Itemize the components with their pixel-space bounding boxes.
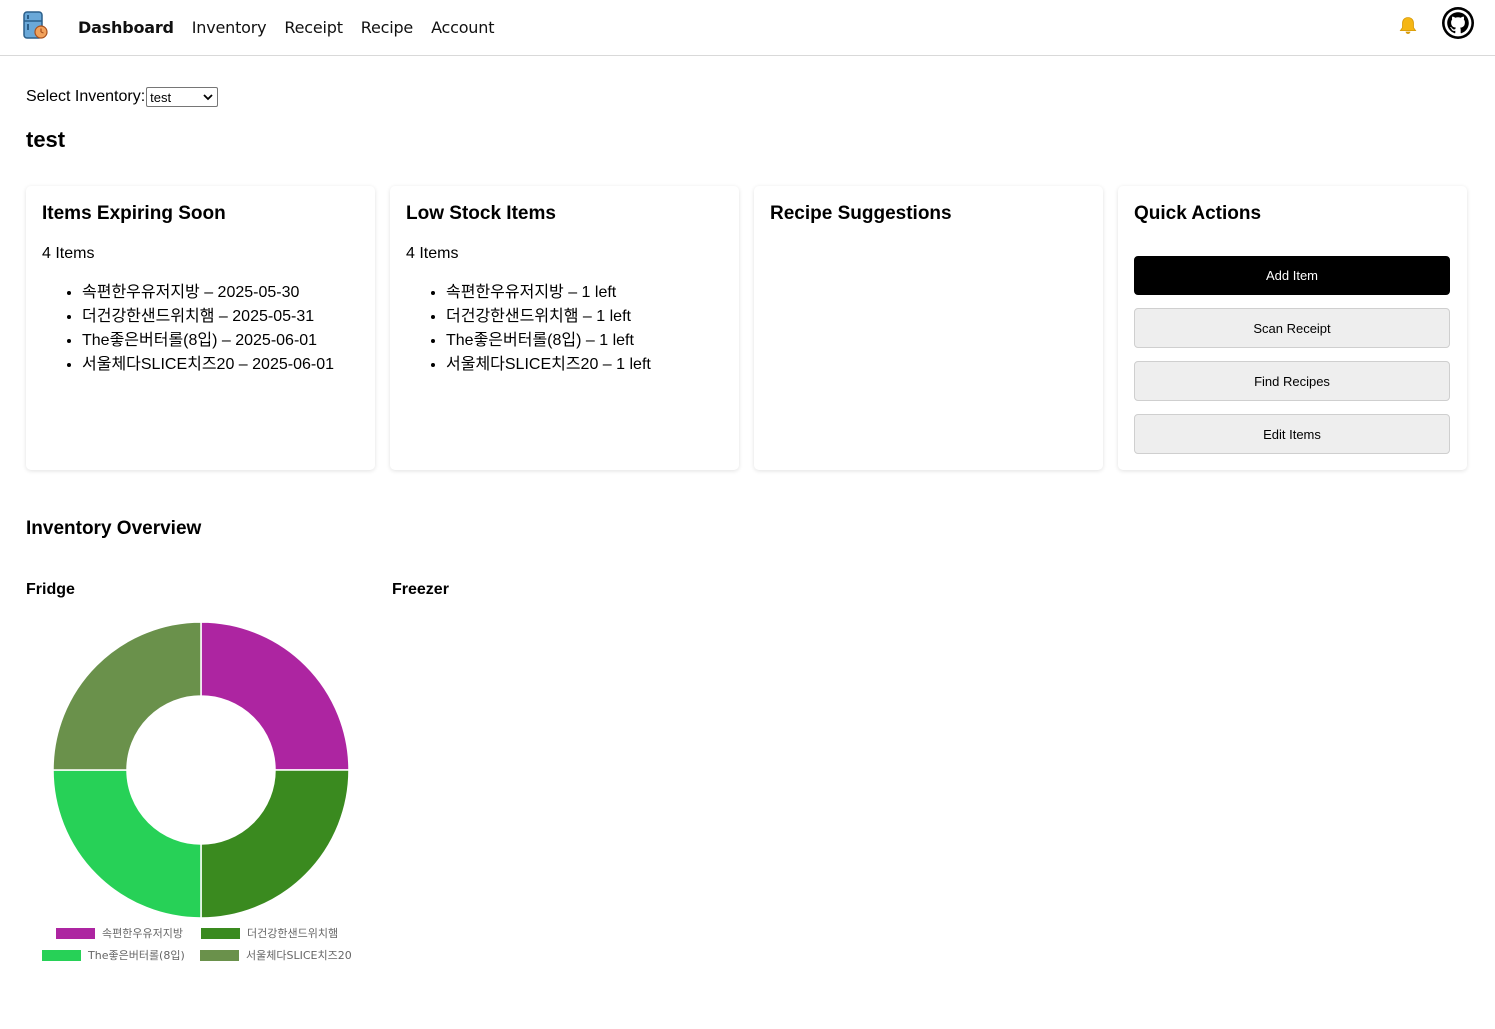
inventory-title: test	[26, 127, 66, 152]
nav-links: Dashboard Inventory Receipt Recipe Accou…	[78, 0, 494, 54]
legend-label[interactable]: 더건강한샌드위치햄	[247, 927, 338, 940]
edit-items-button[interactable]: Edit Items	[1134, 414, 1450, 454]
github-icon[interactable]	[1441, 6, 1475, 40]
list-item: 서울체다SLICE치즈20 – 2025-06-01	[82, 353, 359, 377]
inventory-select[interactable]: test	[146, 87, 219, 107]
nav-link-receipt[interactable]: Receipt	[284, 18, 343, 37]
list-item: 서울체다SLICE치즈20 – 1 left	[446, 353, 723, 377]
fridge-doughnut-chart: 속편한우유저지방 더건강한샌드위치햄 The좋은버터롤(8입) 서울체다SLICE치즈…	[42, 621, 352, 962]
quick-actions-card: Quick Actions Add Item Scan Receipt Find…	[1118, 186, 1467, 470]
legend-label[interactable]: 서울체다SLICE치즈20	[246, 949, 352, 962]
list-item: 더건강한샌드위치햄 – 1 left	[446, 305, 723, 329]
list-item: 속편한우유저지방 – 2025-05-30	[82, 281, 359, 305]
nav-link-inventory[interactable]: Inventory	[192, 18, 267, 37]
scan-receipt-button[interactable]: Scan Receipt	[1134, 308, 1450, 348]
chart-slice[interactable]	[52, 769, 202, 919]
chart-slice[interactable]	[52, 621, 202, 771]
card-title: Low Stock Items	[406, 203, 556, 224]
legend-swatch[interactable]	[56, 928, 95, 939]
list-item: 더건강한샌드위치햄 – 2025-05-31	[82, 305, 359, 329]
list-item: 속편한우유저지방 – 1 left	[446, 281, 723, 305]
expiring-soon-card: Items Expiring Soon 4 Items 속편한우유저지방 – 2…	[26, 186, 375, 470]
card-title: Quick Actions	[1134, 203, 1262, 224]
bell-icon[interactable]	[1397, 15, 1419, 37]
top-navbar: Dashboard Inventory Receipt Recipe Accou…	[0, 0, 1495, 56]
chart-slice[interactable]	[200, 621, 350, 771]
legend-label[interactable]: The좋은버터롤(8입)	[87, 949, 185, 962]
legend-swatch[interactable]	[42, 950, 81, 961]
expiring-count: 4 Items	[42, 245, 95, 262]
find-recipes-button[interactable]: Find Recipes	[1134, 361, 1450, 401]
list-item: The좋은버터롤(8입) – 1 left	[446, 329, 723, 353]
nav-link-dashboard[interactable]: Dashboard	[78, 18, 174, 37]
low-stock-card: Low Stock Items 4 Items 속편한우유저지방 – 1 lef…	[390, 186, 739, 470]
legend-swatch[interactable]	[201, 928, 240, 939]
card-title: Recipe Suggestions	[770, 203, 952, 224]
select-inventory-label: Select Inventory:	[26, 88, 146, 105]
fridge-logo-icon[interactable]	[22, 11, 50, 41]
chart-slice[interactable]	[200, 769, 350, 919]
inventory-selector-row: Select Inventory: test	[26, 87, 219, 107]
card-title: Items Expiring Soon	[42, 203, 226, 224]
low-stock-count: 4 Items	[406, 245, 459, 262]
expiring-list: 속편한우유저지방 – 2025-05-30 더건강한샌드위치햄 – 2025-0…	[42, 281, 359, 377]
nav-link-recipe[interactable]: Recipe	[361, 18, 413, 37]
legend-swatch[interactable]	[200, 950, 239, 961]
add-item-button[interactable]: Add Item	[1134, 256, 1450, 295]
quick-actions-list: Add Item Scan Receipt Find Recipes Edit …	[1134, 256, 1451, 454]
freezer-label: Freezer	[392, 581, 449, 598]
low-stock-list: 속편한우유저지방 – 1 left 더건강한샌드위치햄 – 1 left The…	[406, 281, 723, 377]
inventory-select-value: test	[150, 89, 172, 105]
list-item: The좋은버터롤(8입) – 2025-06-01	[82, 329, 359, 353]
inventory-overview-title: Inventory Overview	[26, 518, 202, 539]
recipe-suggestions-card: Recipe Suggestions	[754, 186, 1103, 470]
chevron-down-icon	[203, 94, 213, 101]
legend-label[interactable]: 속편한우유저지방	[102, 927, 183, 940]
nav-link-account[interactable]: Account	[431, 18, 494, 37]
fridge-label: Fridge	[26, 581, 75, 598]
